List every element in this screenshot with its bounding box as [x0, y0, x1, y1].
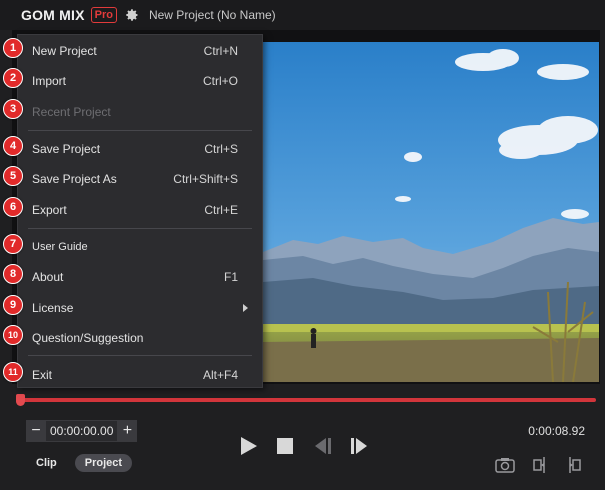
menu-item-exit[interactable]: Exit Alt+F4 [32, 367, 238, 383]
menu-separator [28, 228, 252, 229]
menu-item-label: About [32, 270, 64, 284]
menu-item-question-suggestion[interactable]: Question/Suggestion [32, 330, 238, 346]
menu-item-export[interactable]: Export Ctrl+E [32, 202, 238, 218]
menu-item-label: Save Project As [32, 172, 117, 186]
playhead-handle[interactable] [16, 394, 25, 406]
menu-item-shortcut: Ctrl+S [204, 142, 238, 156]
menu-item-shortcut: Ctrl+N [203, 44, 238, 58]
step-badge: 7 [3, 234, 23, 254]
menu-item-save-project[interactable]: Save Project Ctrl+S [32, 141, 238, 157]
menu-separator [28, 355, 252, 356]
play-icon[interactable] [240, 436, 258, 461]
submenu-arrow-icon [243, 304, 248, 312]
step-badge: 6 [3, 197, 23, 217]
pro-badge: Pro [90, 7, 117, 23]
project-title: New Project (No Name) [148, 8, 276, 22]
mode-switch: Clip Project [26, 454, 133, 472]
menu-item-label: Exit [32, 368, 53, 382]
time-increment-button[interactable]: + [117, 420, 138, 442]
menu-item-user-guide[interactable]: User Guide [32, 239, 238, 255]
split-right-icon[interactable] [565, 456, 583, 479]
menu-item-recent-project: Recent Project [32, 104, 238, 120]
step-badge: 4 [3, 136, 23, 156]
menu-item-label: User Guide [32, 241, 88, 253]
next-frame-icon[interactable] [350, 437, 370, 460]
camera-icon[interactable] [495, 457, 515, 478]
menu-item-import[interactable]: Import Ctrl+O [32, 73, 238, 89]
step-badge: 8 [3, 264, 23, 284]
step-badge: 5 [3, 166, 23, 186]
menu-item-label: Save Project [32, 142, 101, 156]
menu-item-save-project-as[interactable]: Save Project As Ctrl+Shift+S [32, 171, 238, 187]
playback-controls [240, 436, 370, 461]
prev-frame-icon[interactable] [312, 437, 332, 460]
split-left-icon[interactable] [531, 456, 549, 479]
menu-item-new-project[interactable]: New Project Ctrl+N [32, 43, 238, 59]
current-time-field[interactable]: 00:00:00.00 [46, 420, 118, 442]
menu-item-shortcut: Alt+F4 [202, 368, 238, 382]
menu-separator [28, 130, 252, 131]
step-badge: 2 [3, 68, 23, 88]
mode-project-button[interactable]: Project [74, 454, 133, 472]
menu-item-shortcut: F1 [223, 270, 238, 284]
preview-tools [495, 456, 583, 479]
menu-item-label: Export [32, 203, 67, 217]
menu-item-shortcut: Ctrl+O [202, 74, 238, 88]
step-badge: 10 [3, 325, 23, 345]
menu-item-shortcut: Ctrl+Shift+S [173, 172, 238, 186]
app-brand: GOM MIX [21, 7, 85, 23]
duration-label: 0:00:08.92 [528, 424, 585, 438]
step-badge: 1 [3, 38, 23, 58]
project-menu: New Project Ctrl+N Import Ctrl+O Recent … [17, 34, 263, 388]
menu-item-label: Recent Project [32, 105, 111, 119]
menu-item-license[interactable]: License [32, 300, 248, 316]
menu-item-label: Import [32, 74, 67, 88]
timeline-bar[interactable] [16, 394, 596, 406]
menu-item-about[interactable]: About F1 [32, 269, 238, 285]
mode-clip-button[interactable]: Clip [26, 454, 67, 472]
stop-icon[interactable] [276, 437, 294, 460]
step-badge: 3 [3, 99, 23, 119]
menu-item-label: Question/Suggestion [32, 331, 144, 345]
menu-item-shortcut: Ctrl+E [204, 203, 238, 217]
video-preview[interactable] [263, 42, 599, 382]
step-badge: 11 [3, 362, 23, 382]
menu-item-label: New Project [32, 44, 97, 58]
time-decrement-button[interactable]: − [26, 420, 46, 442]
step-badge: 9 [3, 295, 23, 315]
gear-icon[interactable] [125, 8, 139, 22]
menu-item-label: License [32, 301, 74, 315]
title-bar: GOM MIX Pro New Project (No Name) [0, 0, 605, 30]
time-stepper: − 00:00:00.00 + [26, 419, 138, 443]
